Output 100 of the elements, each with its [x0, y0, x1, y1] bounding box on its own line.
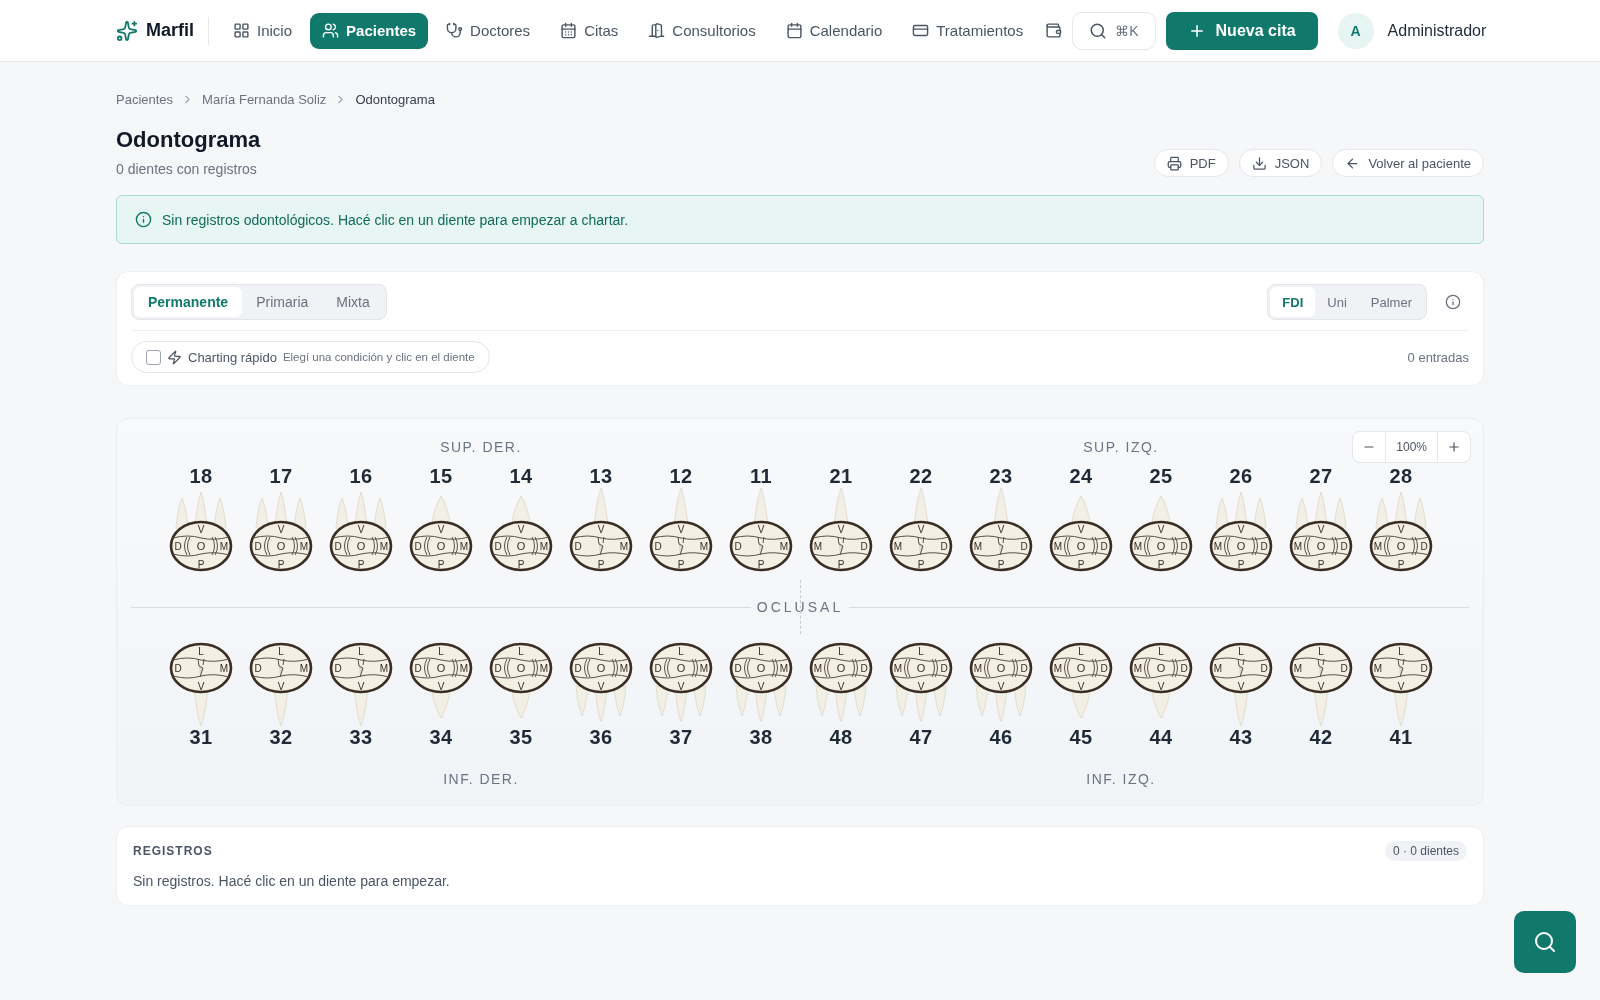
surface-label: V — [1157, 681, 1165, 692]
tooth-drawing[interactable] — [1209, 642, 1273, 726]
new-appointment-button[interactable]: Nueva cita — [1165, 11, 1318, 50]
surface-label: L — [598, 646, 604, 657]
nav-item[interactable]: Calendario — [773, 12, 895, 49]
action-button[interactable]: Volver al paciente — [1332, 149, 1484, 177]
surface-label: L — [1078, 646, 1084, 657]
tooth-number: 48 — [829, 726, 853, 749]
surface-label: O — [1156, 540, 1166, 552]
surface-label: M — [299, 663, 309, 674]
surface-label: V — [837, 681, 845, 692]
nav-item[interactable]: Pacientes — [310, 12, 429, 49]
tooth-drawing[interactable] — [1289, 491, 1353, 572]
surface-label: O — [1316, 540, 1326, 552]
surface-label: M — [539, 541, 549, 552]
tooth-drawing[interactable] — [489, 642, 553, 719]
tooth-number: 35 — [509, 726, 533, 749]
surface-label: P — [437, 559, 445, 570]
surface-label: V — [837, 524, 845, 535]
tooth-drawing[interactable] — [649, 642, 713, 723]
surface-label: M — [1133, 663, 1143, 674]
tooth-drawing[interactable] — [1129, 642, 1193, 719]
tooth-drawing[interactable] — [1369, 642, 1433, 726]
dentition-tab[interactable]: Primaria — [242, 287, 323, 317]
surface-label: M — [1373, 663, 1383, 674]
action-button[interactable]: JSON — [1238, 149, 1323, 177]
tooth-drawing[interactable] — [249, 491, 313, 572]
surface-label: M — [379, 541, 389, 552]
surface-label: O — [1076, 540, 1086, 552]
surface-label: V — [597, 681, 605, 692]
nav-item[interactable]: Citas — [548, 12, 631, 49]
surface-label: P — [277, 559, 285, 570]
tooth-drawing[interactable] — [1049, 495, 1113, 572]
surface-label: V — [917, 681, 925, 692]
tooth-number: 32 — [269, 726, 293, 749]
tooth-drawing[interactable] — [889, 642, 953, 723]
tooth-drawing[interactable] — [489, 495, 553, 572]
tooth-drawing[interactable] — [729, 642, 793, 723]
surface-label: O — [196, 540, 206, 552]
checkbox[interactable] — [146, 349, 161, 365]
surface-label: V — [517, 681, 525, 692]
action-button[interactable]: PDF — [1153, 149, 1229, 177]
dentition-tab[interactable]: Permanente — [134, 287, 243, 317]
tooth-drawing[interactable] — [1129, 495, 1193, 572]
tooth-drawing[interactable] — [729, 488, 793, 572]
notation-tab[interactable]: Palmer — [1358, 287, 1424, 317]
tooth-drawing[interactable] — [969, 488, 1033, 572]
breadcrumb-link[interactable]: Odontograma — [355, 92, 435, 107]
tooth-drawing[interactable] — [249, 642, 313, 726]
printer-icon — [1166, 155, 1182, 171]
tooth-drawing[interactable] — [1289, 642, 1353, 726]
tooth-drawing[interactable] — [1049, 642, 1113, 719]
surface-label: M — [813, 663, 823, 674]
tooth-drawing[interactable] — [569, 488, 633, 572]
nav-item[interactable]: Inicio — [221, 12, 305, 49]
zoom-level: 100% — [1385, 432, 1438, 462]
nav-item[interactable]: Tratamientos — [900, 12, 1036, 49]
nav-item[interactable]: Doctores — [434, 12, 543, 49]
surface-label: D — [1020, 541, 1028, 552]
surface-label: D — [574, 663, 582, 674]
tooth-drawing[interactable] — [169, 491, 233, 572]
surface-label: M — [539, 663, 549, 674]
tooth-drawing[interactable] — [649, 488, 713, 572]
nav-item[interactable]: Consultorios — [636, 12, 768, 49]
tooth-drawing[interactable] — [809, 488, 873, 572]
notation-tab[interactable]: FDI — [1270, 287, 1316, 317]
user-avatar[interactable]: A — [1337, 12, 1374, 49]
surface-label: O — [436, 662, 446, 674]
tooth-drawing[interactable] — [969, 642, 1033, 723]
info-icon — [135, 211, 152, 228]
tooth-drawing[interactable] — [1369, 491, 1433, 572]
tooth-drawing[interactable] — [809, 642, 873, 723]
tooth-number: 42 — [1309, 726, 1333, 749]
tooth-drawing[interactable] — [1209, 491, 1273, 572]
tooth-drawing[interactable] — [409, 642, 473, 719]
notation-tab[interactable]: Uni — [1315, 287, 1359, 317]
info-icon[interactable] — [1445, 294, 1461, 310]
tooth-drawing[interactable] — [329, 491, 393, 572]
search-button[interactable]: ⌘K — [1072, 11, 1156, 50]
surface-label: M — [1053, 663, 1063, 674]
stethoscope-icon — [446, 22, 464, 39]
surface-label: V — [917, 524, 925, 535]
tooth-drawing[interactable] — [329, 642, 393, 726]
surface-label: V — [1077, 524, 1085, 535]
surface-label: D — [1260, 541, 1268, 552]
tooth-drawing[interactable] — [409, 495, 473, 572]
surface-label: L — [758, 646, 764, 657]
tooth-drawing[interactable] — [169, 642, 233, 726]
breadcrumb-link[interactable]: Pacientes — [116, 92, 174, 107]
surface-label: P — [837, 559, 845, 570]
breadcrumb-link[interactable]: María Fernanda Soliz — [202, 92, 327, 107]
tooth-number: 17 — [269, 465, 293, 488]
surface-label: L — [678, 646, 684, 657]
dentition-tab[interactable]: Mixta — [322, 287, 384, 317]
brand-name: Marfil — [146, 20, 194, 41]
tooth-drawing[interactable] — [569, 642, 633, 723]
tooth-drawing[interactable] — [889, 488, 953, 572]
search-button[interactable] — [1514, 911, 1576, 973]
surface-label: M — [699, 663, 709, 674]
page-title: Odontograma — [116, 127, 261, 153]
